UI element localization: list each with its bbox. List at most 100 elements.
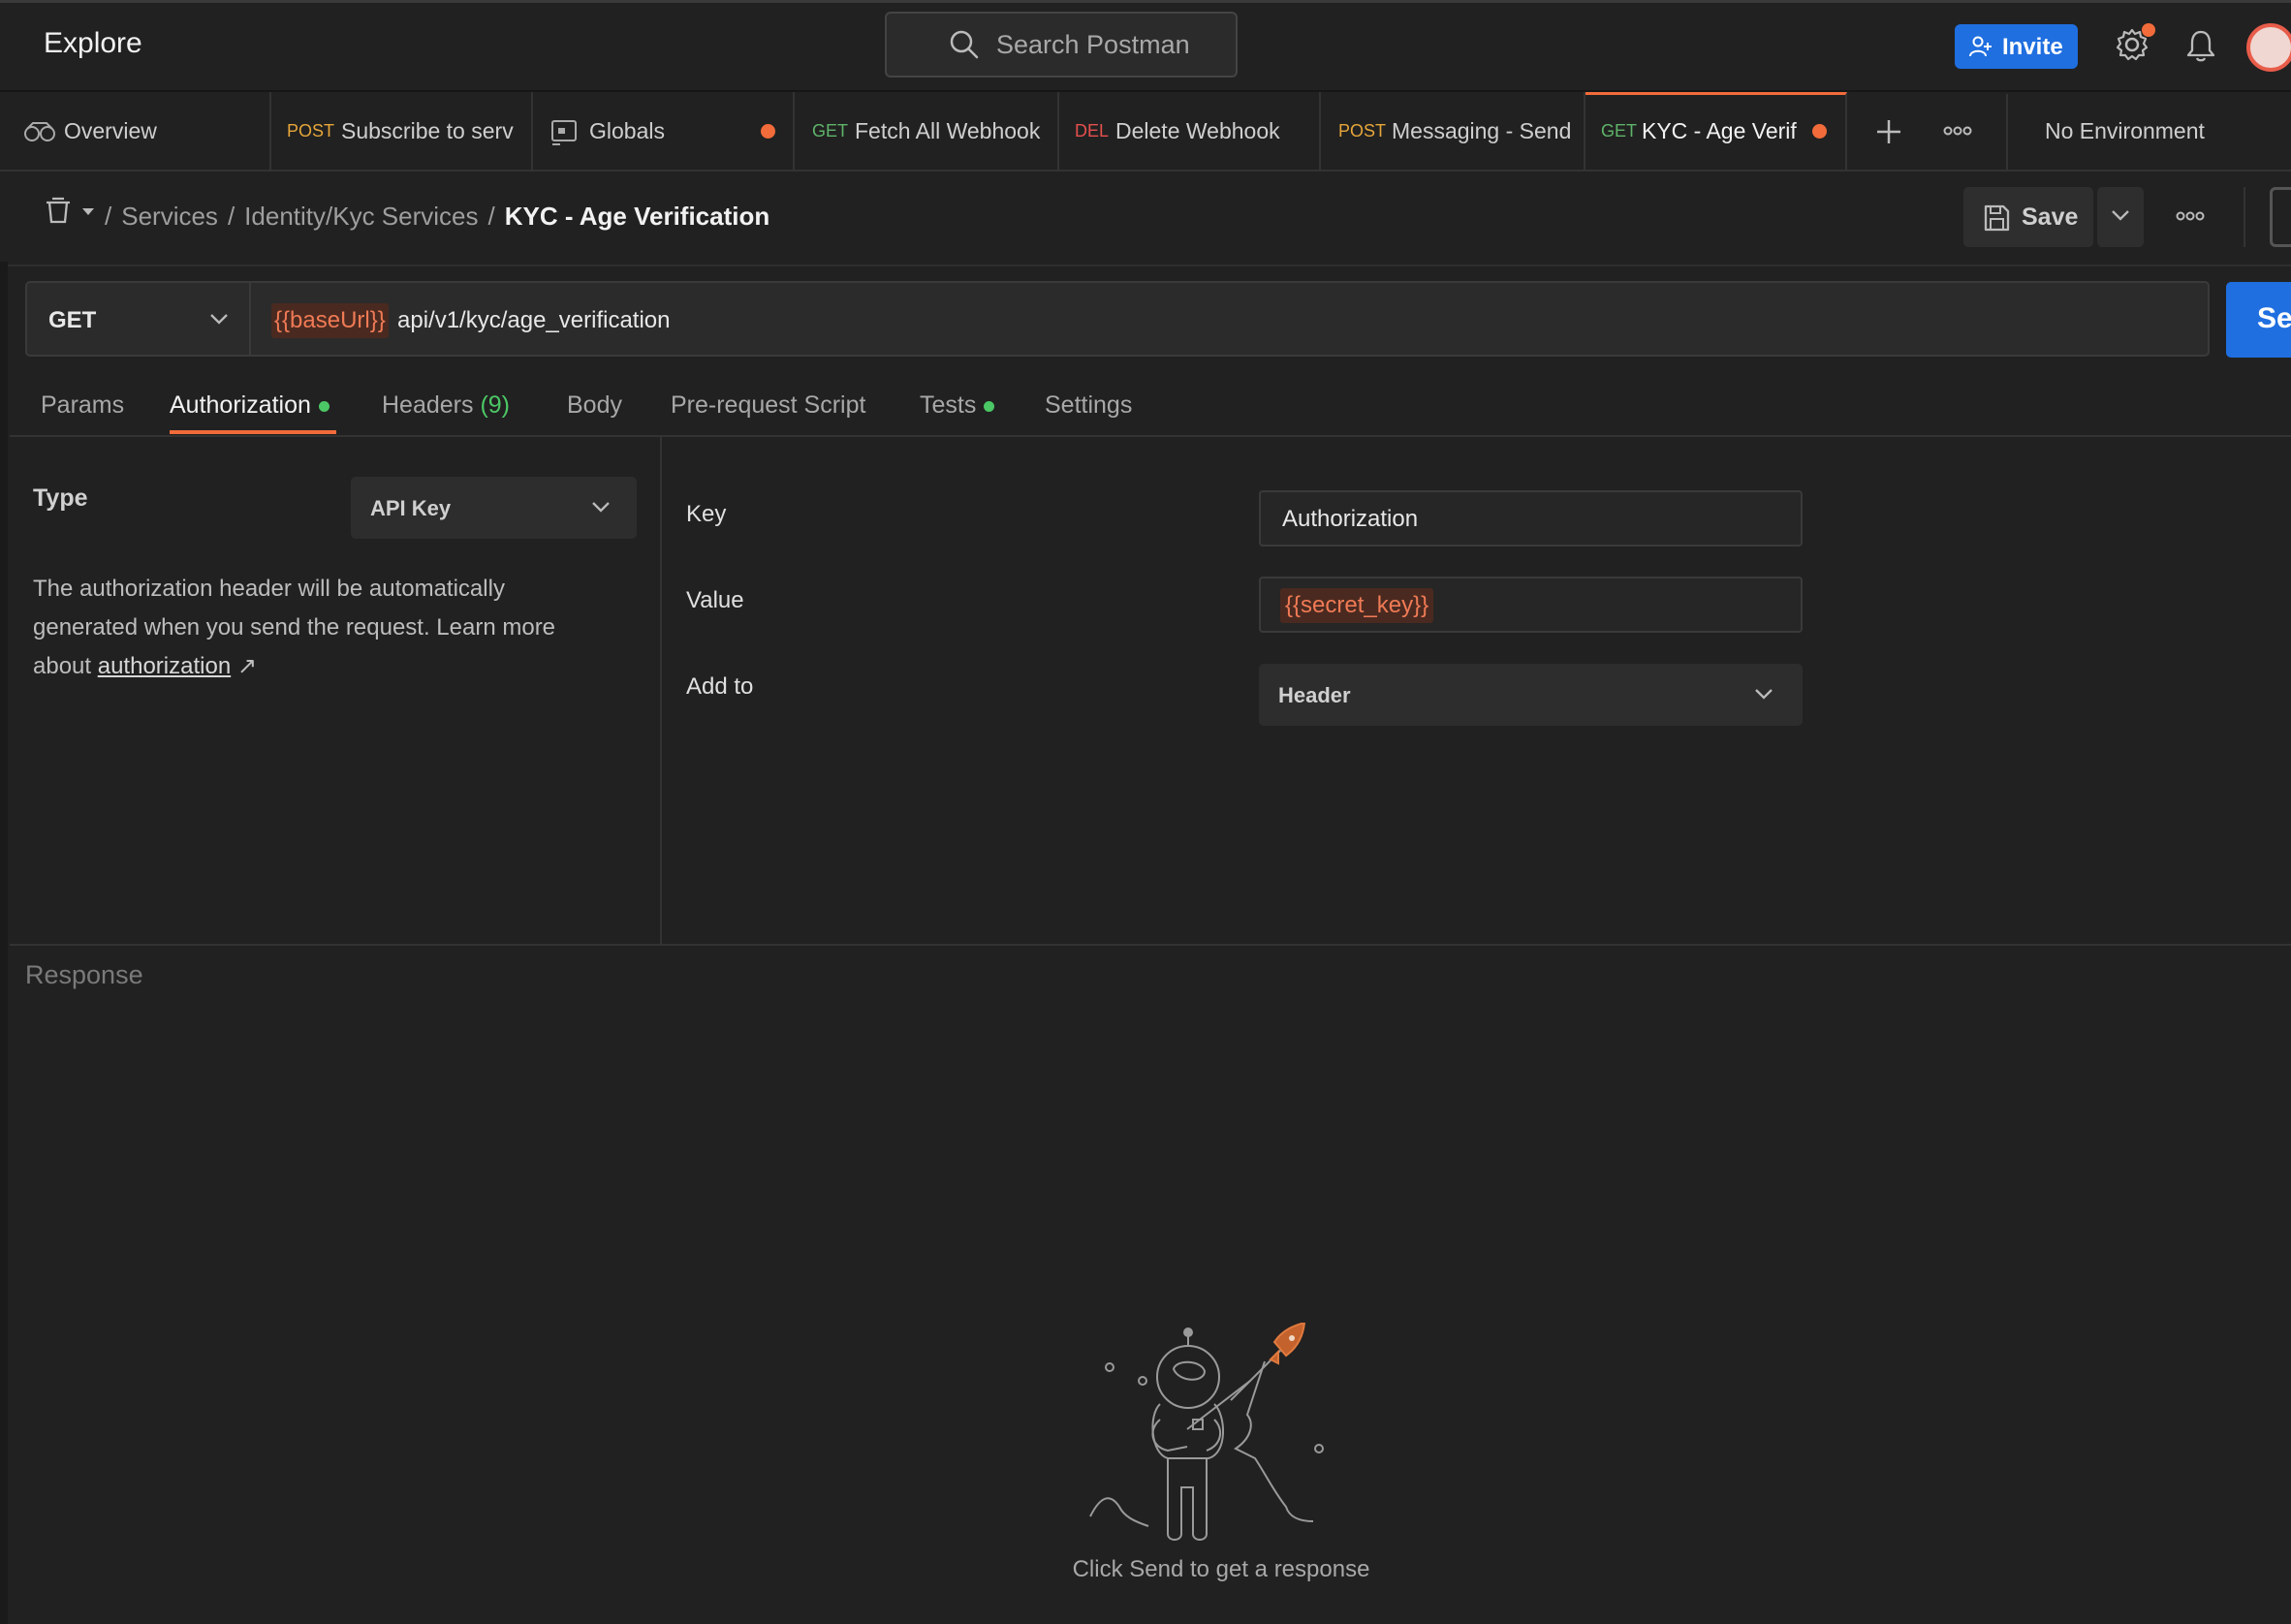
add-to-select[interactable]: Header — [1259, 664, 1803, 726]
tab-method: GET — [1601, 121, 1638, 141]
url-input[interactable]: {{baseUrl}} api/v1/kyc/age_verification — [249, 281, 2210, 357]
url-path: api/v1/kyc/age_verification — [397, 307, 671, 333]
tab-method: GET — [812, 121, 849, 141]
globals-icon — [551, 120, 577, 145]
more-horizontal-icon — [2176, 211, 2205, 221]
send-label: Se — [2257, 302, 2291, 334]
tab-params[interactable]: Params — [41, 391, 124, 420]
bell-icon — [2186, 30, 2215, 62]
tab-messaging[interactable]: POST Messaging - Send — [1321, 92, 1585, 170]
authorization-link[interactable]: authorization — [98, 653, 231, 679]
search-input[interactable]: Search Postman — [885, 12, 1238, 78]
tab-title: Subscribe to serv — [341, 118, 514, 143]
active-tab-indicator — [170, 430, 336, 434]
tab-label: Tests — [920, 391, 977, 419]
collection-menu[interactable] — [44, 197, 100, 231]
auth-type-select[interactable]: API Key — [351, 477, 637, 539]
tab-title: Delete Webhook — [1115, 118, 1280, 143]
plus-icon — [1877, 120, 1900, 143]
save-icon — [1984, 204, 2010, 232]
sidebar-edge — [0, 262, 8, 1624]
chevron-down-icon — [592, 502, 610, 513]
breadcrumb-item[interactable]: Services — [121, 202, 218, 231]
tab-title: Overview — [64, 118, 157, 143]
chevron-down-icon — [1755, 689, 1773, 700]
key-label: Key — [686, 501, 727, 527]
tab-subscribe[interactable]: POST Subscribe to serv — [271, 92, 533, 170]
tab-label: Headers — [382, 391, 474, 419]
chevron-down-icon — [210, 314, 228, 325]
tab-title: Fetch All Webhook — [855, 118, 1041, 143]
page-title[interactable]: Explore — [44, 27, 142, 60]
add-user-icon — [1969, 36, 1992, 57]
chevron-down-icon — [2112, 210, 2129, 221]
response-title: Response — [25, 960, 143, 989]
method-select[interactable]: GET — [25, 281, 251, 357]
url-variable: {{baseUrl}} — [271, 303, 389, 338]
add-to-value: Header — [1278, 683, 1351, 707]
key-value: Authorization — [1282, 506, 1419, 532]
divider — [10, 435, 2291, 437]
search-icon — [950, 30, 979, 59]
notification-dot — [2142, 23, 2155, 37]
breadcrumb-separator: / — [105, 202, 112, 231]
status-dot — [318, 400, 330, 412]
invite-label: Invite — [2002, 34, 2063, 60]
value-field[interactable]: {{secret_key}} — [1259, 577, 1803, 633]
tab-method: DEL — [1075, 121, 1110, 141]
tab-method: POST — [287, 121, 335, 141]
breadcrumb-separator: / — [227, 202, 235, 231]
tab-tests[interactable]: Tests — [920, 391, 995, 420]
request-more-button[interactable] — [2176, 208, 2205, 226]
tabs-more-button[interactable] — [1943, 123, 1972, 141]
value-variable: {{secret_key}} — [1280, 588, 1434, 623]
invite-button[interactable]: Invite — [1955, 24, 2078, 69]
empty-response-hint: Click Send to get a response — [1072, 1556, 1370, 1582]
key-field[interactable]: Authorization — [1259, 490, 1803, 547]
send-button[interactable]: Se — [2226, 282, 2291, 358]
breadcrumb-item[interactable]: Identity/Kyc Services — [244, 202, 478, 231]
unsaved-dot — [1812, 124, 1827, 139]
more-horizontal-icon — [1943, 126, 1972, 136]
tab-settings[interactable]: Settings — [1045, 391, 1132, 420]
divider — [2006, 94, 2008, 172]
divider — [660, 437, 662, 944]
tab-overview[interactable]: Overview — [10, 92, 271, 170]
tab-fetch-webhook[interactable]: GET Fetch All Webhook — [795, 92, 1059, 170]
status-dot — [984, 400, 995, 412]
tab-kyc-age-verification[interactable]: GET KYC - Age Verif — [1585, 92, 1847, 170]
add-to-label: Add to — [686, 673, 754, 700]
tab-prerequest-script[interactable]: Pre-request Script — [671, 391, 865, 420]
side-panel-toggle[interactable] — [2270, 187, 2291, 247]
external-link-icon: ↗ — [236, 653, 257, 679]
tab-delete-webhook[interactable]: DEL Delete Webhook — [1059, 92, 1321, 170]
auth-help-text: The authorization header will be automat… — [33, 570, 614, 686]
save-options-button[interactable] — [2097, 187, 2144, 247]
search-placeholder: Search Postman — [996, 30, 1190, 59]
tab-authorization[interactable]: Authorization — [170, 391, 330, 420]
value-label: Value — [686, 587, 744, 613]
breadcrumb-separator: / — [487, 202, 495, 231]
tab-title: Messaging - Send — [1392, 118, 1572, 143]
tab-headers[interactable]: Headers (9) — [382, 391, 510, 420]
avatar[interactable] — [2246, 23, 2291, 72]
tab-globals[interactable]: Globals — [533, 92, 795, 170]
environment-selector[interactable]: No Environment — [2045, 118, 2205, 144]
response-divider[interactable] — [10, 944, 2291, 946]
notifications-button[interactable] — [2186, 29, 2215, 67]
breadcrumb: / Services / Identity/Kyc Services / KYC - Ag… — [105, 202, 769, 232]
headers-count: (9) — [480, 391, 511, 419]
overview-icon — [24, 122, 55, 141]
save-button[interactable]: Save — [1963, 187, 2093, 247]
save-label: Save — [2022, 203, 2079, 231]
new-tab-button[interactable] — [1875, 113, 1902, 154]
method-value: GET — [48, 307, 97, 333]
tab-label: Authorization — [170, 391, 311, 419]
divider — [2244, 187, 2245, 247]
astronaut-illustration — [1081, 1321, 1371, 1550]
tab-method: POST — [1338, 121, 1387, 141]
request-name[interactable]: KYC - Age Verification — [505, 202, 770, 231]
tab-body[interactable]: Body — [567, 391, 622, 420]
tab-title: KYC - Age Verif — [1642, 118, 1797, 143]
auth-type-label: Type — [33, 484, 88, 512]
